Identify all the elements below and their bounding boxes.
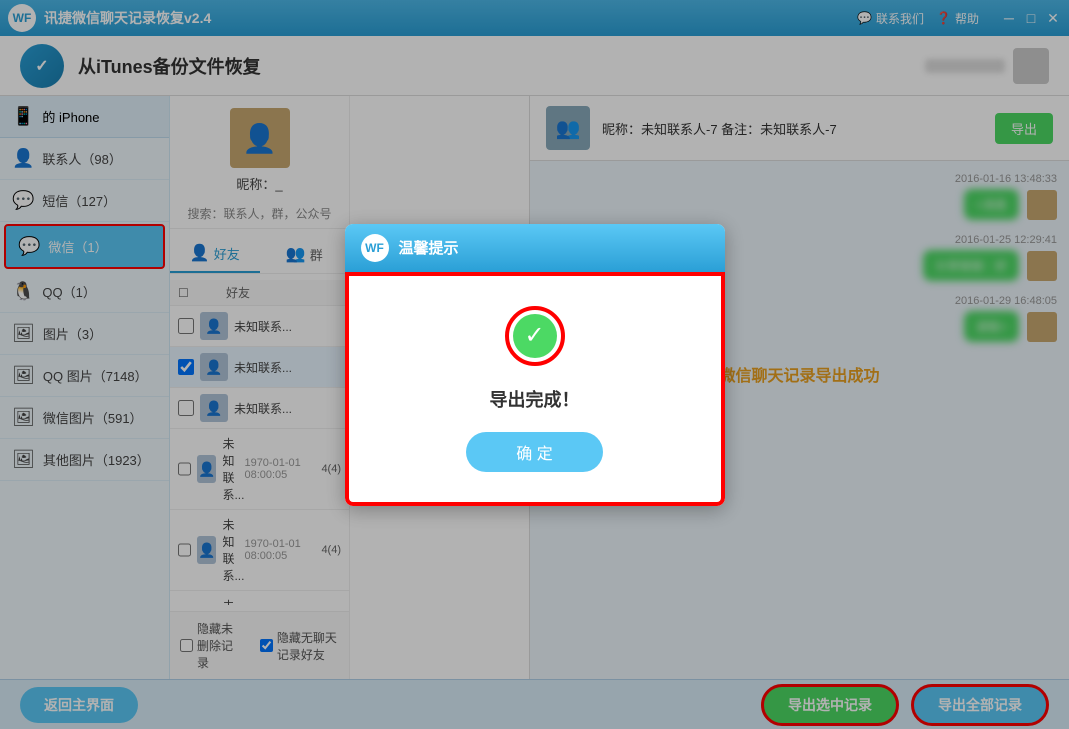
modal-overlay: WF 温馨提示 ✓ 导出完成！ 确 定 (0, 0, 1069, 729)
modal-logo: WF (361, 234, 389, 262)
modal-body: ✓ 导出完成！ 确 定 (345, 272, 725, 506)
modal-title: 温馨提示 (399, 237, 459, 258)
modal-header: WF 温馨提示 (345, 224, 725, 272)
check-icon: ✓ (513, 314, 557, 358)
modal-dialog: WF 温馨提示 ✓ 导出完成！ 确 定 (345, 224, 725, 506)
modal-ok-button[interactable]: 确 定 (466, 432, 602, 472)
modal-success-text: 导出完成！ (490, 386, 580, 412)
success-icon-circle: ✓ (505, 306, 565, 366)
